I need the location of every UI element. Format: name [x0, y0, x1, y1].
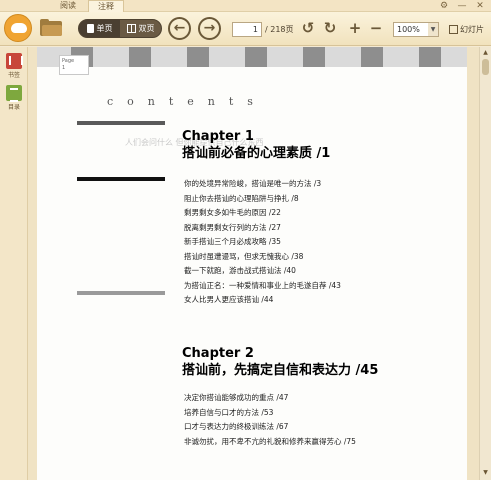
sidebar: 书签 目录 [0, 47, 28, 480]
page-total: / 218页 [265, 25, 294, 34]
double-page-label: 双页 [138, 24, 155, 33]
toc-entry[interactable]: 脱离剩男剩女行列的方法 /27 [184, 221, 341, 236]
chapter-heading[interactable]: Chapter 2 搭讪前，先搞定自信和表达力 /45 [182, 346, 378, 380]
chapter-entries: 你的处境异常险峻，搭讪是唯一的方法 /3 阻止你去搭讪的心理陷阱与挣扎 /8 剩… [184, 177, 341, 308]
minimize-button[interactable]: — [456, 0, 468, 12]
close-button[interactable]: ✕ [474, 0, 486, 12]
slideshow-label: 幻灯片 [460, 25, 484, 34]
zoom-select[interactable]: 100% ▼ [393, 22, 439, 37]
toc-entry[interactable]: 你的处境异常险峻，搭讪是唯一的方法 /3 [184, 177, 341, 192]
toc-entry[interactable]: 阻止你去搭讪的心理陷阱与挣扎 /8 [184, 192, 341, 207]
page-header-decoration [37, 47, 467, 67]
toc-entry[interactable]: 非诚勿扰，用不卑不亢的礼貌和修养来赢得芳心 /75 [184, 435, 356, 450]
document-viewport[interactable]: Page 1 contents 人们会问什么 但你能提供自己什么东西 Chapt… [28, 47, 479, 480]
toc-entry[interactable]: 搭讪时虽遭谩骂，但求无愧我心 /38 [184, 250, 341, 265]
toc-entry[interactable]: 决定你搭讪能够成功的重点 /47 [184, 391, 356, 406]
vertical-scrollbar[interactable]: ▲ ▼ [479, 47, 491, 480]
page-number-input[interactable]: 1 [232, 22, 262, 37]
chevron-down-icon: ▼ [428, 23, 438, 36]
settings-icon[interactable]: ⚙ [438, 0, 450, 12]
scrollbar-thumb[interactable] [482, 59, 489, 75]
chapter-heading[interactable]: Chapter 1 搭讪前必备的心理素质 /1 [182, 129, 330, 163]
single-page-button[interactable]: 单页 [79, 20, 120, 37]
chapter-title: Chapter 1 [182, 129, 254, 144]
chapter-subtitle: 搭讪前必备的心理素质 /1 [182, 146, 331, 161]
next-page-button[interactable]: → [198, 17, 221, 40]
view-mode-toggle: 单页 双页 [78, 19, 162, 38]
slideshow-button[interactable]: 幻灯片 [449, 22, 484, 37]
divider-bar [77, 291, 165, 295]
app-logo-icon [4, 14, 32, 42]
scroll-up-icon[interactable]: ▲ [480, 48, 491, 58]
slideshow-icon [449, 25, 458, 34]
open-folder-icon[interactable] [40, 19, 62, 36]
sidebar-item-label: 书签 [7, 72, 20, 79]
tab-read[interactable]: 阅读 [50, 0, 86, 12]
rotate-right-icon[interactable]: ↻ [322, 20, 338, 36]
sidebar-item-bookmarks[interactable]: 书签 [3, 53, 25, 79]
table-of-contents-icon [6, 85, 22, 102]
divider-bar [77, 177, 165, 181]
toc-entry[interactable]: 培养自信与口才的方法 /53 [184, 406, 356, 421]
sidebar-item-toc[interactable]: 目录 [3, 85, 25, 111]
page-label: Page 1 [59, 55, 89, 75]
chapter-entries: 决定你搭讪能够成功的重点 /47 培养自信与口才的方法 /53 口才与表达力的终… [184, 391, 356, 449]
toc-entry[interactable]: 新手搭讪三个月必成攻略 /35 [184, 235, 341, 250]
toc-entry[interactable]: 剩男剩女多如牛毛的原因 /22 [184, 206, 341, 221]
toc-entry[interactable]: 截一下就跑，游击战式搭讪法 /40 [184, 264, 341, 279]
double-page-button[interactable]: 双页 [120, 20, 161, 37]
tab-annotate[interactable]: 注释 [88, 0, 124, 12]
sidebar-item-label: 目录 [7, 104, 20, 111]
divider-bar [77, 121, 165, 125]
single-page-label: 单页 [96, 24, 113, 33]
chapter-title: Chapter 2 [182, 346, 254, 361]
toc-entry[interactable]: 为搭讪正名：一种爱情和事业上的毛遂自荐 /43 [184, 279, 341, 294]
single-page-icon [86, 24, 94, 33]
toc-entry[interactable]: 女人比男人更应该搭讪 /44 [184, 293, 341, 308]
toolbar: 单页 双页 ← → 1 / 218页 ↺ ↻ + − 100% ▼ 幻灯片 [0, 12, 491, 46]
rotate-left-icon[interactable]: ↺ [300, 20, 316, 36]
bookmark-icon [6, 53, 23, 69]
scroll-down-icon[interactable]: ▼ [480, 468, 491, 478]
double-page-icon [126, 24, 136, 33]
toc-entry[interactable]: 口才与表达力的终极训练法 /67 [184, 420, 356, 435]
zoom-value: 100% [397, 25, 420, 34]
contents-title: contents [107, 95, 267, 108]
tab-strip: 阅读 注释 ⚙ — ✕ [0, 0, 491, 12]
zoom-out-icon[interactable]: − [368, 20, 384, 36]
chapter-subtitle: 搭讪前，先搞定自信和表达力 /45 [182, 363, 379, 378]
prev-page-button[interactable]: ← [168, 17, 191, 40]
document-page: Page 1 contents 人们会问什么 但你能提供自己什么东西 Chapt… [37, 47, 467, 480]
zoom-in-icon[interactable]: + [347, 20, 363, 36]
